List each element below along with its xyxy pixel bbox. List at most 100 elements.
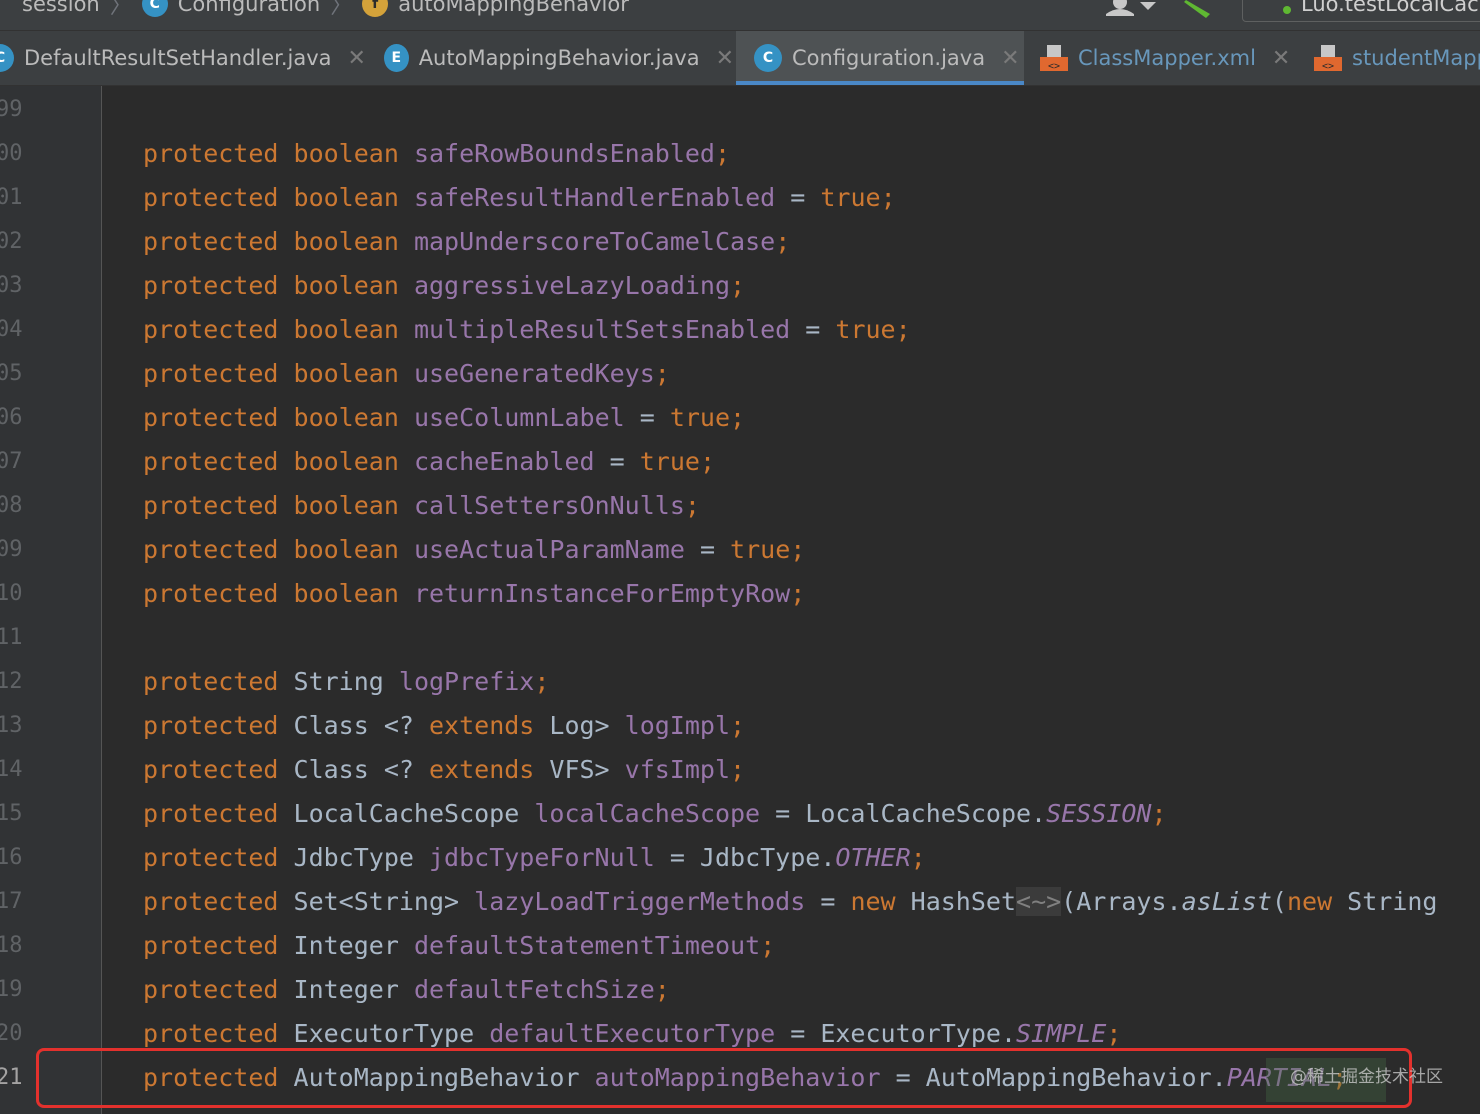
tab-configuration[interactable]: C Configuration.java ✕ <box>736 31 1024 85</box>
build-hammer-icon[interactable] <box>1180 0 1220 20</box>
code-token: protected <box>143 975 279 1004</box>
code-token: HashSet <box>895 887 1017 916</box>
code-token: cacheEnabled <box>413 447 595 476</box>
line-number: 18 <box>0 933 23 958</box>
user-account-icon[interactable] <box>1102 0 1162 22</box>
code-token: true <box>820 183 881 212</box>
code-line[interactable]: protected Integer defaultFetchSize; <box>143 968 670 1012</box>
code-token: Class <? <box>278 711 429 740</box>
code-token: Integer <box>278 931 414 960</box>
code-token: = <box>624 403 670 432</box>
code-line[interactable]: protected boolean aggressiveLazyLoading; <box>143 264 745 308</box>
code-token: Log> <box>534 711 625 740</box>
code-line[interactable]: protected boolean safeRowBoundsEnabled; <box>143 132 730 176</box>
code-token: Class <? <box>278 755 429 784</box>
code-line[interactable]: protected boolean multipleResultSetsEnab… <box>143 308 911 352</box>
code-line[interactable]: protected LocalCacheScope localCacheScop… <box>143 792 1167 836</box>
code-line[interactable]: protected boolean useActualParamName = t… <box>143 528 805 572</box>
code-token: = <box>684 535 731 564</box>
code-token: protected <box>143 139 279 168</box>
code-token: protected <box>143 579 279 608</box>
tab-automappingbehavior[interactable]: E AutoMappingBehavior.java ✕ <box>384 31 734 85</box>
code-token: = <box>775 183 821 212</box>
breadcrumb-item-configuration[interactable]: 〉 C Configuration <box>100 0 320 20</box>
code-token: ; <box>534 667 550 696</box>
code-token: protected <box>143 711 279 740</box>
close-icon[interactable]: ✕ <box>348 46 366 71</box>
breadcrumb-item-automappingbehavior[interactable]: 〉 f autoMappingBehavior <box>320 0 629 20</box>
line-number: 16 <box>0 845 23 870</box>
line-number: 10 <box>0 581 23 606</box>
code-token: protected <box>143 183 279 212</box>
close-icon[interactable]: ✕ <box>1001 46 1019 71</box>
run-configuration-select[interactable]: Luo.testLocalCache <box>1242 0 1480 22</box>
field-icon: f <box>362 0 389 17</box>
code-line[interactable]: protected boolean cacheEnabled = true; <box>143 440 715 484</box>
run-status-dot-icon <box>1283 6 1291 14</box>
code-line[interactable]: protected boolean mapUnderscoreToCamelCa… <box>143 220 790 264</box>
code-token: protected <box>143 535 279 564</box>
code-line[interactable]: protected boolean useColumnLabel = true; <box>143 396 745 440</box>
code-token: protected <box>143 359 279 388</box>
close-icon[interactable]: ✕ <box>1272 46 1290 71</box>
watermark: @稀土掘金技术社区 <box>1290 1067 1443 1087</box>
line-number: 06 <box>0 405 23 430</box>
code-token: boolean <box>293 447 399 476</box>
svg-text:<>: <> <box>1322 61 1334 72</box>
code-line[interactable]: protected Integer defaultStatementTimeou… <box>143 924 775 968</box>
code-line[interactable]: protected String logPrefix; <box>143 660 549 704</box>
code-token: protected <box>143 271 279 300</box>
code-token: VFS> <box>534 755 625 784</box>
line-number: 15 <box>0 801 23 826</box>
close-icon[interactable]: ✕ <box>716 46 734 71</box>
code-token: ; <box>730 711 746 740</box>
code-token: vfsImpl <box>624 755 731 784</box>
code-token: ; <box>730 755 746 784</box>
chevron-right-icon: 〉 <box>330 0 353 19</box>
line-number: 00 <box>0 141 23 166</box>
code-token: protected <box>143 755 279 784</box>
breadcrumb-label: Configuration <box>177 0 321 16</box>
code-token: protected <box>143 315 279 344</box>
code-token: callSettersOnNulls <box>413 491 685 520</box>
line-number: 01 <box>0 185 23 210</box>
code-token: localCacheScope <box>534 799 761 828</box>
code-line[interactable]: protected boolean useGeneratedKeys; <box>143 352 670 396</box>
code-token: SIMPLE <box>1016 1019 1107 1048</box>
code-token: asList <box>1181 887 1272 916</box>
code-token: boolean <box>293 579 399 608</box>
code-token: Integer <box>278 975 414 1004</box>
code-line[interactable]: protected boolean callSettersOnNulls; <box>143 484 700 528</box>
code-token: String <box>278 667 399 696</box>
tab-classmapper-xml[interactable]: <> ClassMapper.xml ✕ <box>1040 31 1300 85</box>
code-token: protected <box>143 667 279 696</box>
breadcrumb-item-session[interactable]: session <box>22 0 100 16</box>
code-token: protected <box>143 843 279 872</box>
code-line[interactable]: protected Class <? extends Log> logImpl; <box>143 704 745 748</box>
code-token: = <box>594 447 640 476</box>
code-line[interactable]: protected boolean returnInstanceForEmpty… <box>143 572 805 616</box>
tab-defaultresultsethandler[interactable]: C DefaultResultSetHandler.java ✕ <box>0 31 366 85</box>
code-token: protected <box>143 227 279 256</box>
code-line[interactable]: protected Class <? extends VFS> vfsImpl; <box>143 748 745 792</box>
code-line[interactable]: protected Set<String> lazyLoadTriggerMet… <box>143 880 1437 924</box>
code-token: mapUnderscoreToCamelCase <box>413 227 776 256</box>
tab-studentmapper-xml[interactable]: <> studentMapper.xml <box>1314 31 1480 85</box>
code-token: useColumnLabel <box>413 403 625 432</box>
code-token: boolean <box>293 183 399 212</box>
line-number: 11 <box>0 625 23 650</box>
code-editor[interactable]: 99 00 01 02 03 04 05 06 07 08 09 10 11 12 13 14 15 16 17 18… <box>0 86 1480 1114</box>
code-token: ; <box>699 447 716 476</box>
code-line[interactable]: protected boolean safeResultHandlerEnabl… <box>143 176 896 220</box>
code-token: ( <box>1271 887 1287 916</box>
enum-icon: E <box>384 44 409 72</box>
code-line[interactable]: protected JdbcType jdbcTypeForNull = Jdb… <box>143 836 926 880</box>
